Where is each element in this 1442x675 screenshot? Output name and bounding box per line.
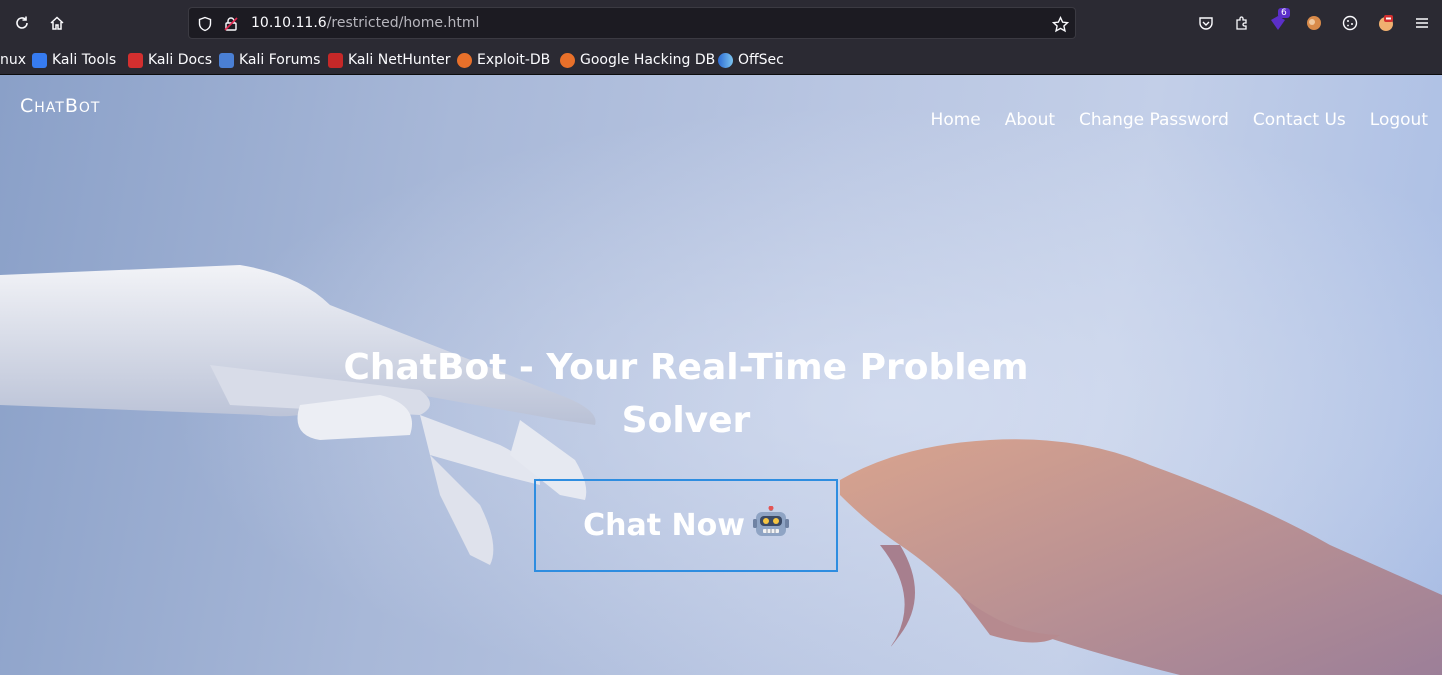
bookmark-kali-forums[interactable]: Kali Forums [219,50,320,70]
bookmark-kali-tools[interactable]: Kali Tools [32,50,116,70]
bookmark-label: Kali NetHunter [348,52,451,68]
bookmark-label: nux [0,52,27,68]
bookmark-star-icon[interactable] [1051,15,1069,33]
browser-toolbar: 10.10.11.6/restricted/home.html 6 [0,0,1442,46]
brand-letter: C [20,95,35,117]
menu-hamburger-icon[interactable] [1410,11,1434,35]
chat-now-label: Chat Now [583,508,745,543]
bookmark-label: Kali Forums [239,52,321,68]
tracking-shield-icon[interactable] [196,15,214,33]
nav-home[interactable]: Home [931,110,981,130]
bookmark-label: Kali Docs [148,52,213,68]
bookmark-exploit-db[interactable]: Exploit-DB [457,50,550,70]
bookmark-label: OffSec [738,52,784,68]
brand-letter: B [64,95,79,117]
bookmark-label: Exploit-DB [477,52,551,68]
web-page: CHATBOT Home About Change Password Conta… [0,75,1442,675]
kali-nethunter-icon [328,52,343,68]
kali-tools-icon [32,52,47,68]
exploit-db-icon [457,52,472,68]
bookmark-label: Kali Tools [52,52,117,68]
chat-now-button[interactable]: Chat Now [534,479,838,572]
bookmark-kali-linux[interactable]: nux [0,50,26,70]
url-host: 10.10.11.6 [251,15,327,31]
ublock-extension-icon[interactable] [1374,11,1398,35]
google-hacking-db-icon [560,52,575,68]
nav-change-password[interactable]: Change Password [1079,110,1229,130]
robot-emoji-icon [752,505,789,545]
bookmark-kali-docs[interactable]: Kali Docs [128,50,212,70]
url-path: /restricted/home.html [326,15,480,31]
pocket-icon[interactable] [1194,11,1218,35]
extensions-puzzle-icon[interactable] [1230,11,1254,35]
bookmark-google-hacking-db[interactable]: Google Hacking DB [560,50,715,70]
nav-contact-us[interactable]: Contact Us [1253,110,1346,130]
bookmark-kali-nethunter[interactable]: Kali NetHunter [328,50,450,70]
insecure-lock-icon[interactable] [222,15,240,33]
kali-forums-icon [219,52,234,68]
url-text[interactable]: 10.10.11.6/restricted/home.html [251,15,479,31]
brand-logo[interactable]: CHATBOT [20,95,100,117]
extension-badge-count: 6 [1278,8,1290,18]
bookmark-label: Google Hacking DB [580,52,716,68]
home-icon[interactable] [45,11,69,35]
nav-about[interactable]: About [1005,110,1055,130]
extension-badge-icon[interactable]: 6 [1266,8,1290,35]
kali-docs-icon [128,52,143,68]
nav-logout[interactable]: Logout [1370,110,1428,130]
cookie-icon[interactable] [1338,11,1362,35]
brand-letters: HAT [34,100,65,116]
brand-letters: OT [78,100,101,116]
main-nav: Home About Change Password Contact Us Lo… [931,110,1428,130]
reload-icon[interactable] [10,11,34,35]
hero-title: ChatBot - Your Real-Time Problem Solver [343,347,1029,441]
url-bar[interactable]: 10.10.11.6/restricted/home.html [188,7,1076,39]
offsec-icon [718,52,733,68]
bookmarks-bar: nux Kali Tools Kali Docs Kali Forums Kal… [0,46,1442,75]
bookmark-offsec[interactable]: OffSec [718,50,784,70]
profile-extension-icon[interactable] [1302,11,1326,35]
